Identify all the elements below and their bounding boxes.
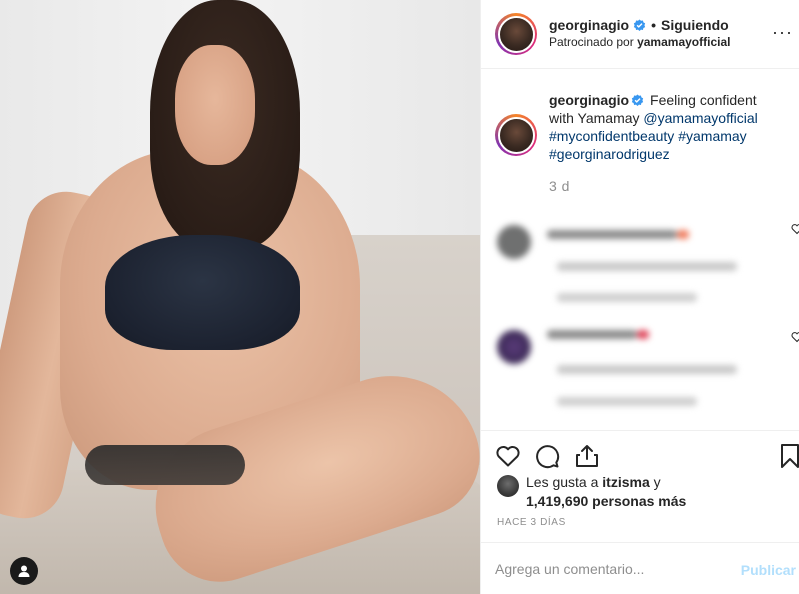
caption-mention[interactable]: @yamamayofficial	[643, 110, 757, 126]
comment-item	[497, 330, 797, 420]
comment-avatar	[497, 330, 531, 364]
comment-item	[497, 225, 797, 315]
post-photo[interactable]	[0, 0, 480, 594]
heart-icon[interactable]	[495, 443, 521, 469]
more-options-icon[interactable]: ···	[772, 22, 793, 43]
caption-hashtag[interactable]: #georginarodriguez	[549, 146, 670, 162]
caption-avatar[interactable]	[495, 114, 537, 156]
share-icon[interactable]	[574, 443, 600, 469]
post-header: georginagio • Siguiendo Patrocinado por …	[481, 0, 799, 69]
post-timestamp[interactable]: HACE 3 DÍAS	[497, 517, 566, 528]
caption-username[interactable]: georginagio	[549, 92, 629, 108]
likes-middle: y	[649, 474, 661, 490]
caption-hashtag[interactable]: #myconfidentbeauty	[549, 128, 674, 144]
sponsored-label: Patrocinado por yamamayofficial	[549, 34, 730, 51]
liker-username[interactable]: itzisma	[602, 474, 649, 490]
like-comment-icon[interactable]	[791, 331, 799, 343]
publish-button[interactable]: Publicar	[741, 562, 796, 578]
likes-summary: Les gusta a itzisma y 1,419,690 personas…	[497, 473, 686, 511]
post-caption: georginagio Feeling confident with Yamam…	[481, 69, 799, 197]
photo-garment-bottom	[85, 445, 245, 485]
sponsor-link[interactable]: yamamayofficial	[637, 35, 730, 49]
verified-badge-icon	[633, 19, 646, 31]
comment-input[interactable]	[495, 560, 725, 577]
comments-list	[481, 197, 799, 429]
like-comment-icon[interactable]	[791, 223, 799, 235]
author-avatar[interactable]	[495, 13, 537, 55]
caption-hashtag[interactable]: #yamamay	[678, 128, 746, 144]
photo-face	[175, 45, 255, 165]
verified-badge-icon	[631, 94, 644, 106]
bookmark-icon[interactable]	[777, 443, 799, 469]
photo-garment-top	[105, 235, 300, 350]
tagged-users-button[interactable]	[10, 557, 38, 585]
caption-age: 3 d	[549, 178, 570, 194]
likes-count[interactable]: 1,419,690 personas más	[526, 493, 686, 509]
action-bar	[481, 430, 799, 470]
instagram-post: georginagio • Siguiendo Patrocinado por …	[0, 0, 799, 594]
user-icon	[18, 565, 30, 577]
post-side-panel: georginagio • Siguiendo Patrocinado por …	[480, 0, 799, 594]
comment-icon[interactable]	[534, 443, 560, 469]
following-button[interactable]: Siguiendo	[661, 17, 729, 34]
sponsored-prefix: Patrocinado por	[549, 35, 634, 49]
likes-prefix: Les gusta a	[526, 474, 603, 490]
header-separator: •	[651, 17, 657, 33]
author-username[interactable]: georginagio	[549, 17, 629, 34]
comment-avatar	[497, 225, 531, 259]
add-comment-bar: Publicar	[481, 542, 799, 594]
liker-avatar[interactable]	[497, 475, 519, 497]
